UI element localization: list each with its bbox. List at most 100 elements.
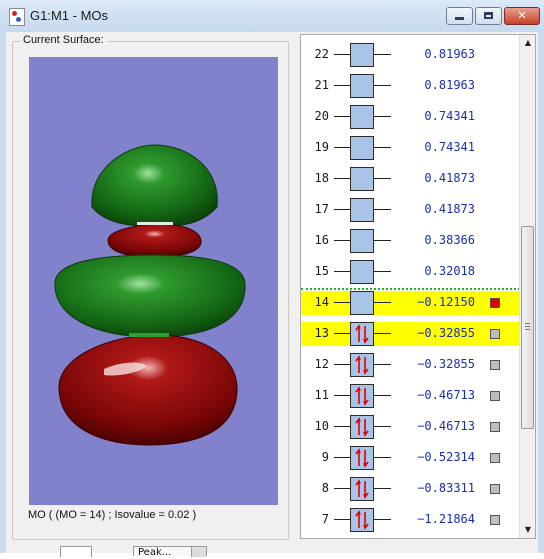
grip-line	[525, 326, 530, 327]
electron-pair-icon	[355, 324, 369, 344]
empty-orbital-icon[interactable]	[350, 105, 374, 129]
mo-energy: 0.41873	[424, 171, 475, 185]
mo-number: 21	[314, 78, 329, 92]
mo-row[interactable]: 17 0.41873	[301, 198, 520, 222]
empty-orbital-icon[interactable]	[350, 74, 374, 98]
mo-number: 13	[314, 326, 329, 340]
mo-row[interactable]: 21 0.81963	[301, 74, 520, 98]
mo-row[interactable]: 16 0.38366	[301, 229, 520, 253]
mo-energy: −0.46713	[417, 388, 475, 402]
level-line	[334, 364, 350, 365]
scroll-down-icon[interactable]: ▼	[520, 522, 535, 538]
mo-row[interactable]: 18 0.41873	[301, 167, 520, 191]
occupied-orbital-icon[interactable]	[350, 322, 374, 346]
level-line	[334, 240, 350, 241]
occupied-orbital-icon[interactable]	[350, 384, 374, 408]
level-line	[374, 147, 391, 148]
mo-number: 8	[321, 481, 329, 495]
surface-status-text: MO ( (MO = 14) ; Isovalue = 0.02 )	[28, 509, 197, 521]
electron-pair-icon	[355, 479, 369, 499]
occupied-orbital-icon[interactable]	[350, 508, 374, 532]
mo-color-swatch[interactable]	[490, 422, 500, 432]
mo-number: 10	[314, 419, 329, 433]
electron-pair-icon	[355, 448, 369, 468]
empty-orbital-icon[interactable]	[350, 167, 374, 191]
level-line	[334, 426, 350, 427]
mo-row[interactable]: 13 −0.32855	[301, 322, 520, 346]
level-line	[334, 116, 350, 117]
mo-row[interactable]: 7 −1.21864	[301, 508, 520, 532]
electron-pair-icon	[355, 386, 369, 406]
mo-energy: −0.12150	[417, 295, 475, 309]
electron-pair-icon	[355, 355, 369, 375]
bottom-input-field[interactable]	[60, 546, 92, 557]
level-line	[334, 85, 350, 86]
mo-energy: 0.38366	[424, 233, 475, 247]
mo-row[interactable]: 8 −0.83311	[301, 477, 520, 501]
level-line	[374, 271, 391, 272]
occupied-orbital-icon[interactable]	[350, 415, 374, 439]
maximize-button[interactable]	[475, 7, 502, 25]
mo-color-swatch[interactable]	[490, 329, 500, 339]
occupied-orbital-icon[interactable]	[350, 446, 374, 470]
scroll-thumb[interactable]	[521, 226, 534, 429]
mo-row[interactable]: 22 0.81963	[301, 43, 520, 67]
mo-color-swatch[interactable]	[490, 391, 500, 401]
mo-color-swatch[interactable]	[490, 484, 500, 494]
empty-orbital-icon[interactable]	[350, 43, 374, 67]
mo-color-swatch[interactable]	[490, 298, 500, 308]
level-line	[374, 488, 391, 489]
mo-number: 16	[314, 233, 329, 247]
level-line	[334, 488, 350, 489]
level-line	[374, 302, 391, 303]
empty-orbital-icon[interactable]	[350, 198, 374, 222]
app-icon	[9, 8, 25, 26]
occupied-orbital-icon[interactable]	[350, 477, 374, 501]
level-line	[374, 333, 391, 334]
mo-color-swatch[interactable]	[490, 360, 500, 370]
level-line	[374, 209, 391, 210]
orbital-lobe-upper-red	[107, 222, 202, 258]
empty-orbital-icon[interactable]	[350, 291, 374, 315]
empty-orbital-icon[interactable]	[350, 136, 374, 160]
homo-lumo-divider	[301, 288, 520, 290]
mo-list-scrollbar[interactable]: ▲ ▼	[519, 35, 535, 538]
occupied-orbital-icon[interactable]	[350, 353, 374, 377]
minimize-button[interactable]	[446, 7, 473, 25]
grip-line	[525, 329, 530, 330]
mo-row[interactable]: 10 −0.46713	[301, 415, 520, 439]
current-surface-label: Current Surface:	[20, 34, 107, 46]
surface-viewport[interactable]	[29, 57, 278, 505]
mo-energy: −0.32855	[417, 326, 475, 340]
mo-color-swatch[interactable]	[490, 453, 500, 463]
electron-pair-icon	[355, 417, 369, 437]
empty-orbital-icon[interactable]	[350, 260, 374, 284]
close-button[interactable]: ✕	[504, 7, 540, 25]
level-line	[334, 209, 350, 210]
mo-color-swatch[interactable]	[490, 515, 500, 525]
mo-row[interactable]: 20 0.74341	[301, 105, 520, 129]
title-bar[interactable]: G1:M1 - MOs ✕	[0, 0, 544, 32]
bottom-combo[interactable]: Peak...	[133, 546, 207, 558]
mo-row[interactable]: 9 −0.52314	[301, 446, 520, 470]
mo-number: 7	[321, 512, 329, 526]
mo-energy: 0.81963	[424, 78, 475, 92]
level-line	[334, 271, 350, 272]
empty-orbital-icon[interactable]	[350, 229, 374, 253]
mo-row[interactable]: 12 −0.32855	[301, 353, 520, 377]
level-line	[334, 147, 350, 148]
level-line	[374, 116, 391, 117]
mo-row[interactable]: 14 −0.12150	[301, 291, 520, 315]
mo-row[interactable]: 19 0.74341	[301, 136, 520, 160]
level-line	[334, 302, 350, 303]
mo-energy: 0.74341	[424, 109, 475, 123]
mo-energy: 0.81963	[424, 47, 475, 61]
scroll-up-icon[interactable]: ▲	[520, 35, 535, 51]
level-line	[374, 457, 391, 458]
mo-row[interactable]: 11 −0.46713	[301, 384, 520, 408]
mo-number: 19	[314, 140, 329, 154]
mo-list[interactable]: 22 0.81963 21 0.81963 20 0.74341 19 0.74341 18 0.…	[300, 34, 536, 539]
level-line	[374, 54, 391, 55]
mo-row[interactable]: 15 0.32018	[301, 260, 520, 284]
level-line	[374, 426, 391, 427]
